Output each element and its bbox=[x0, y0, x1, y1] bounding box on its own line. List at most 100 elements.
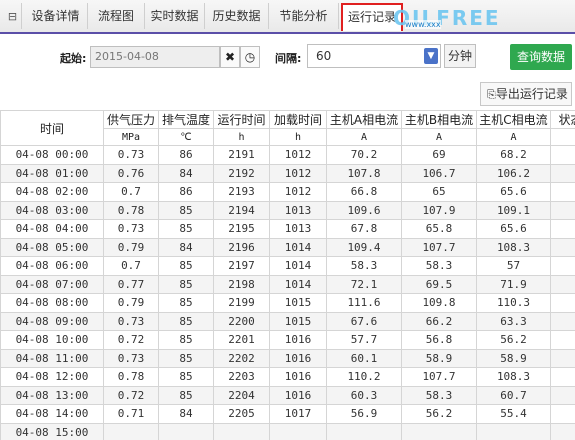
table-row[interactable]: 04-08 01:00 0.76 84 2192 1012 107.8 106.7 106.2 bbox=[0, 163, 575, 183]
table-row[interactable]: 04-08 08:00 0.79 85 2199 1015 111.6 109.8 110.3 bbox=[0, 293, 575, 313]
clear-date-button[interactable]: ✖ bbox=[220, 46, 240, 68]
cell-phase-a-current: 67.6 bbox=[326, 311, 402, 331]
cell-phase-a-current: 109.4 bbox=[326, 237, 402, 257]
cell-run-time: 2191 bbox=[213, 145, 270, 165]
cell-load-time: 1014 bbox=[269, 237, 327, 257]
cell-supply-pressure: 0.73 bbox=[103, 219, 159, 239]
table-row[interactable]: 04-08 15:00 bbox=[0, 422, 575, 440]
cell-supply-pressure bbox=[103, 422, 159, 440]
cell-status bbox=[550, 422, 575, 440]
cell-run-time: 2193 bbox=[213, 182, 270, 202]
cell-status bbox=[550, 182, 575, 202]
cell-phase-b-current: 58.9 bbox=[401, 348, 477, 368]
table-row[interactable]: 04-08 00:00 0.73 86 2191 1012 70.2 69 68.2 bbox=[0, 145, 575, 165]
table-row[interactable]: 04-08 09:00 0.73 85 2200 1015 67.6 66.2 63.3 bbox=[0, 311, 575, 331]
cell-phase-c-current: 108.3 bbox=[476, 237, 551, 257]
cell-phase-b-current: 65.8 bbox=[401, 219, 477, 239]
start-date-input[interactable]: 2015-04-08 bbox=[90, 46, 220, 68]
interval-unit[interactable]: 分钟 bbox=[444, 44, 476, 68]
table-row[interactable]: 04-08 04:00 0.73 85 2195 1013 67.8 65.8 65.6 bbox=[0, 219, 575, 239]
cell-load-time: 1014 bbox=[269, 256, 327, 276]
export-records-button[interactable]: ⎘导出运行记录 bbox=[480, 82, 572, 106]
cell-time: 04-08 07:00 bbox=[0, 274, 104, 294]
cell-supply-pressure: 0.73 bbox=[103, 348, 159, 368]
records-table-wrap[interactable]: 时间 供气压力 排气温度 运行时间 加载时间 主机A相电流 主机B相电流 主机C… bbox=[0, 110, 575, 440]
cell-run-time bbox=[213, 422, 270, 440]
unit-cell: A bbox=[476, 128, 551, 146]
table-row[interactable]: 04-08 06:00 0.7 85 2197 1014 58.3 58.3 57 bbox=[0, 256, 575, 276]
cell-time: 04-08 04:00 bbox=[0, 219, 104, 239]
cell-phase-a-current: 107.8 bbox=[326, 163, 402, 183]
interval-select[interactable]: 60 ▼ bbox=[307, 44, 441, 68]
cell-load-time: 1013 bbox=[269, 219, 327, 239]
cell-time: 04-08 14:00 bbox=[0, 404, 104, 424]
interval-label: 间隔: bbox=[275, 52, 302, 65]
column-header-phase-c-current[interactable]: 主机C相电流 bbox=[476, 110, 551, 129]
cell-phase-b-current: 69 bbox=[401, 145, 477, 165]
query-data-button[interactable]: 查询数据 bbox=[510, 44, 572, 70]
tab-energy-analysis[interactable]: 节能分析 bbox=[269, 3, 339, 29]
cell-status bbox=[550, 274, 575, 294]
cell-phase-b-current: 66.2 bbox=[401, 311, 477, 331]
table-row[interactable]: 04-08 12:00 0.78 85 2203 1016 110.2 107.7 108.3 bbox=[0, 367, 575, 387]
column-header-supply-pressure[interactable]: 供气压力 bbox=[103, 110, 159, 129]
table-row[interactable]: 04-08 13:00 0.72 85 2204 1016 60.3 58.3 60.7 bbox=[0, 385, 575, 405]
column-header-run-time[interactable]: 运行时间 bbox=[213, 110, 270, 129]
column-header-load-time[interactable]: 加载时间 bbox=[269, 110, 327, 129]
cell-load-time: 1012 bbox=[269, 163, 327, 183]
cell-phase-c-current: 108.3 bbox=[476, 367, 551, 387]
table-row[interactable]: 04-08 03:00 0.78 85 2194 1013 109.6 107.9 109.1 bbox=[0, 200, 575, 220]
table-row[interactable]: 04-08 05:00 0.79 84 2196 1014 109.4 107.7 108.3 bbox=[0, 237, 575, 257]
tab-history-data[interactable]: 历史数据 bbox=[205, 3, 269, 29]
cell-exhaust-temp: 85 bbox=[158, 348, 214, 368]
cell-load-time: 1017 bbox=[269, 404, 327, 424]
cell-exhaust-temp: 84 bbox=[158, 237, 214, 257]
cell-exhaust-temp: 84 bbox=[158, 163, 214, 183]
cell-status bbox=[550, 385, 575, 405]
tab-device-detail[interactable]: 设备详情 bbox=[24, 3, 88, 29]
cell-phase-a-current: 60.1 bbox=[326, 348, 402, 368]
cell-time: 04-08 09:00 bbox=[0, 311, 104, 331]
cell-run-time: 2203 bbox=[213, 367, 270, 387]
pick-date-button[interactable]: ◷ bbox=[240, 46, 260, 68]
cell-phase-b-current: 58.3 bbox=[401, 256, 477, 276]
table-row[interactable]: 04-08 10:00 0.72 85 2201 1016 57.7 56.8 56.2 bbox=[0, 330, 575, 350]
table-row[interactable]: 04-08 14:00 0.71 84 2205 1017 56.9 56.2 55.4 bbox=[0, 404, 575, 424]
cell-phase-b-current: 69.5 bbox=[401, 274, 477, 294]
chevron-down-icon[interactable]: ▼ bbox=[424, 48, 438, 64]
cell-phase-c-current: 71.9 bbox=[476, 274, 551, 294]
cell-status bbox=[550, 219, 575, 239]
cell-time: 04-08 02:00 bbox=[0, 182, 104, 202]
column-header-status[interactable]: 状态 bbox=[550, 110, 575, 129]
cell-phase-c-current: 60.7 bbox=[476, 385, 551, 405]
cell-supply-pressure: 0.79 bbox=[103, 293, 159, 313]
column-header-phase-b-current[interactable]: 主机B相电流 bbox=[401, 110, 477, 129]
cell-load-time: 1012 bbox=[269, 145, 327, 165]
cell-phase-c-current bbox=[476, 422, 551, 440]
cell-run-time: 2195 bbox=[213, 219, 270, 239]
cell-phase-a-current: 110.2 bbox=[326, 367, 402, 387]
column-header-exhaust-temp[interactable]: 排气温度 bbox=[158, 110, 214, 129]
home-tab[interactable]: ⊟ bbox=[4, 3, 22, 29]
column-header-time[interactable]: 时间 bbox=[0, 110, 104, 146]
cell-phase-b-current: 56.2 bbox=[401, 404, 477, 424]
cell-phase-b-current: 106.7 bbox=[401, 163, 477, 183]
cell-phase-a-current: 70.2 bbox=[326, 145, 402, 165]
cell-exhaust-temp: 85 bbox=[158, 200, 214, 220]
table-row[interactable]: 04-08 11:00 0.73 85 2202 1016 60.1 58.9 58.9 bbox=[0, 348, 575, 368]
cell-phase-a-current: 67.8 bbox=[326, 219, 402, 239]
cell-time: 04-08 03:00 bbox=[0, 200, 104, 220]
cell-load-time: 1016 bbox=[269, 348, 327, 368]
tab-realtime-data[interactable]: 实时数据 bbox=[145, 3, 205, 29]
cell-supply-pressure: 0.72 bbox=[103, 385, 159, 405]
table-row[interactable]: 04-08 02:00 0.7 86 2193 1012 66.8 65 65.6 bbox=[0, 182, 575, 202]
cell-phase-c-current: 109.1 bbox=[476, 200, 551, 220]
column-header-phase-a-current[interactable]: 主机A相电流 bbox=[326, 110, 402, 129]
cell-phase-c-current: 68.2 bbox=[476, 145, 551, 165]
cell-run-time: 2202 bbox=[213, 348, 270, 368]
cell-phase-a-current: 66.8 bbox=[326, 182, 402, 202]
cell-phase-b-current: 107.9 bbox=[401, 200, 477, 220]
table-row[interactable]: 04-08 07:00 0.77 85 2198 1014 72.1 69.5 71.9 bbox=[0, 274, 575, 294]
cell-run-time: 2198 bbox=[213, 274, 270, 294]
tab-flowchart[interactable]: 流程图 bbox=[88, 3, 145, 29]
